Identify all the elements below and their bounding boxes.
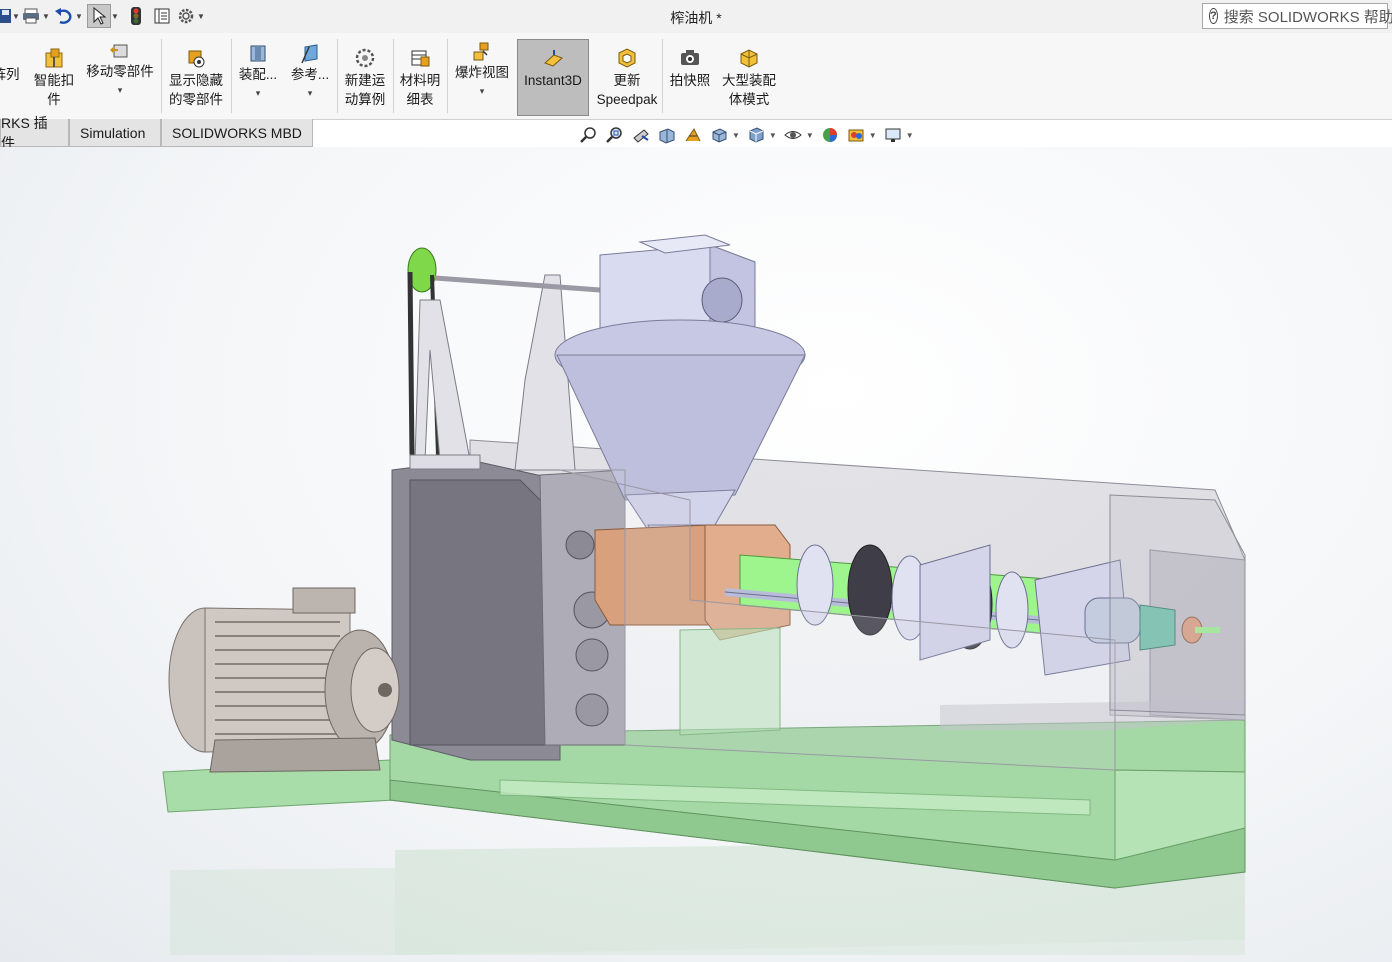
new-motion-study-icon [355,48,375,68]
update-speedpak-icon [618,48,636,68]
move-component-button[interactable]: 移动零部件 ▾ [83,33,157,119]
large-assembly-mode-button[interactable]: 大型装配 体模式 [718,33,780,119]
chevron-down-icon[interactable]: ▼ [769,131,777,140]
view-orientation-icon[interactable] [710,126,728,144]
chevron-down-icon[interactable]: ▼ [906,131,914,140]
smart-fasteners-icon [45,48,63,68]
pattern-button[interactable]: 阵列 [0,33,24,119]
tab-solidworks-addins[interactable]: RKS 插件 [0,115,69,151]
zoom-to-fit-icon[interactable] [580,126,598,144]
chevron-down-icon[interactable]: ▼ [869,131,877,140]
snapshot-button[interactable]: 拍快照 [666,33,714,119]
move-component-icon [110,44,128,58]
command-manager: 阵列 智能扣 件 移动零部件 ▾ 显示隐藏 的零部件 装配... ▾ 参考...… [0,33,1392,120]
view-settings-icon[interactable] [884,126,902,144]
reference-geometry-button[interactable]: 参考... ▾ [288,33,332,119]
smart-fasteners-button[interactable]: 智能扣 件 [30,33,78,119]
separator [231,39,232,113]
hide-show-items-icon[interactable] [784,126,802,144]
new-motion-study-button[interactable]: 新建运 动算例 [341,33,389,119]
bill-of-materials-icon [411,50,430,67]
oil-press-model[interactable] [0,147,1392,962]
command-manager-tabs: RKS 插件 Simulation SOLIDWORKS MBD [0,115,313,151]
zoom-to-area-icon[interactable] [606,126,624,144]
assembly-features-icon [250,45,266,62]
chevron-down-icon[interactable]: ▾ [118,85,123,96]
dynamic-annotation-icon[interactable] [684,126,702,144]
title-bar: ▼ ▼ ▼ ▼ ▼ 榨油机 * ? 搜索 SOLIDWORKS 帮助 [0,0,1392,34]
separator [393,39,394,113]
assembly-features-button[interactable]: 装配... ▾ [236,33,280,119]
search-help-box[interactable]: ? 搜索 SOLIDWORKS 帮助 [1202,3,1392,29]
graphics-area[interactable] [0,147,1392,962]
chevron-down-icon[interactable]: ▾ [256,88,261,99]
instant3d-button[interactable]: Instant3D [517,39,589,116]
chevron-down-icon[interactable]: ▾ [308,88,313,99]
chevron-down-icon[interactable]: ▾ [480,86,485,97]
chevron-down-icon[interactable]: ▼ [732,131,740,140]
reference-geometry-icon [301,44,318,64]
heads-up-view-toolbar: ▼ ▼ ▼ ▼ ▼ [580,125,921,145]
show-hidden-components-button[interactable]: 显示隐藏 的零部件 [166,33,226,119]
search-input[interactable]: 搜索 SOLIDWORKS 帮助 [1224,6,1392,27]
exploded-view-button[interactable]: 爆炸视图 ▾ [452,33,512,119]
tab-simulation[interactable]: Simulation [69,119,161,147]
separator [161,39,162,113]
edit-appearance-icon[interactable] [821,126,839,144]
help-question-icon: ? [1209,8,1218,24]
chevron-down-icon[interactable]: ▼ [806,131,814,140]
exploded-view-icon [473,42,489,61]
bill-of-materials-button[interactable]: 材料明 细表 [396,33,444,119]
section-view-icon[interactable] [658,126,676,144]
previous-view-icon[interactable] [632,126,650,144]
display-style-icon[interactable] [747,126,765,144]
electric-motor [168,587,400,773]
document-title: 榨油机 * [670,10,722,26]
apply-scene-icon[interactable] [847,126,865,144]
large-assembly-mode-icon [740,49,758,68]
tab-solidworks-mbd[interactable]: SOLIDWORKS MBD [161,119,313,147]
separator [662,39,663,113]
instant3d-icon [544,50,563,67]
snapshot-icon [681,50,699,65]
show-hidden-components-icon [188,50,205,68]
separator [337,39,338,113]
separator [447,39,448,113]
update-speedpak-button[interactable]: 更新 Speedpak [595,33,659,119]
